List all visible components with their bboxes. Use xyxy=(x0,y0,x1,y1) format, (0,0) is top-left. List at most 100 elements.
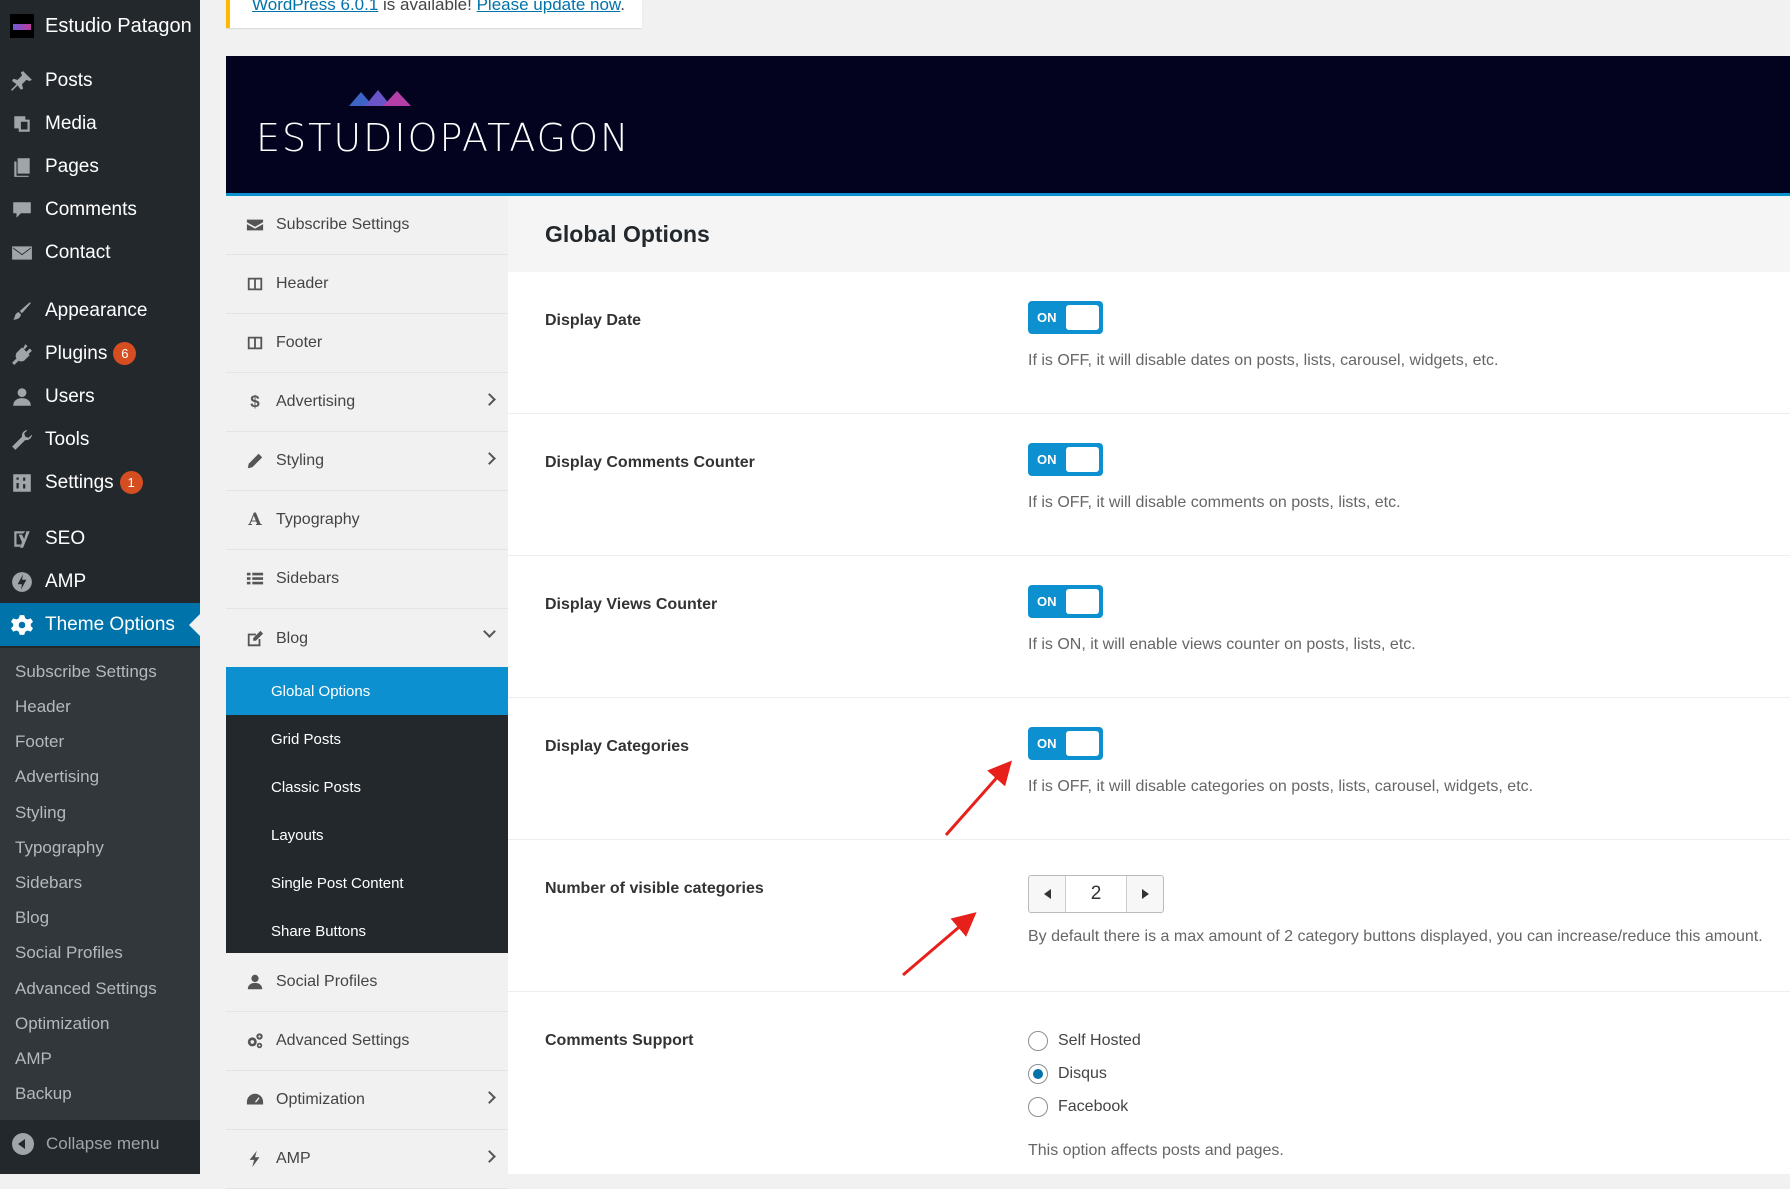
subnav-grid-posts[interactable]: Grid Posts xyxy=(226,715,508,763)
menu-theme-options[interactable]: Theme Options xyxy=(0,603,200,646)
option-description: By default there is a max amount of 2 ca… xyxy=(1028,928,1763,945)
collapse-icon xyxy=(12,1132,34,1155)
menu-label: Posts xyxy=(45,69,93,91)
admin-sidebar: Estudio Patagon Posts Media Pages Commen… xyxy=(0,0,200,1174)
wordpress-version-link[interactable]: WordPress 6.0.1 xyxy=(252,0,378,14)
nav-social-profiles[interactable]: Social Profiles xyxy=(226,953,508,1012)
subnav-classic-posts[interactable]: Classic Posts xyxy=(226,763,508,811)
submenu-item[interactable]: Typography xyxy=(15,838,104,858)
wrench-icon xyxy=(10,428,34,452)
nav-amp[interactable]: AMP xyxy=(226,1130,508,1189)
menu-label: AMP xyxy=(45,570,87,592)
submenu-item[interactable]: AMP xyxy=(15,1049,52,1069)
radio-circle[interactable] xyxy=(1028,1031,1048,1051)
menu-seo[interactable]: SEO xyxy=(0,517,200,560)
submenu-item[interactable]: Social Profiles xyxy=(15,943,123,963)
nav-advertising[interactable]: $ Advertising xyxy=(226,373,508,432)
visible-categories-stepper[interactable]: 2 xyxy=(1028,875,1164,913)
nav-advanced-settings[interactable]: Advanced Settings xyxy=(226,1012,508,1071)
menu-amp[interactable]: AMP xyxy=(0,560,200,603)
radio-circle[interactable] xyxy=(1028,1097,1048,1117)
plug-icon xyxy=(10,342,34,366)
submenu-item[interactable]: Subscribe Settings xyxy=(15,662,157,682)
menu-label: Media xyxy=(45,112,97,134)
increment-button[interactable] xyxy=(1127,876,1163,912)
subnav-global-options[interactable]: Global Options xyxy=(226,667,508,715)
stepper-value[interactable]: 2 xyxy=(1065,876,1127,912)
nav-blog[interactable]: Blog xyxy=(226,609,508,668)
radio-self-hosted[interactable]: Self Hosted xyxy=(1028,1031,1141,1051)
display-date-toggle[interactable]: ON xyxy=(1028,301,1103,334)
menu-tools[interactable]: Tools xyxy=(0,418,200,461)
submenu-item[interactable]: Styling xyxy=(15,803,66,823)
nav-label: Advertising xyxy=(276,393,356,410)
toggle-label: ON xyxy=(1037,452,1057,467)
menu-appearance[interactable]: Appearance xyxy=(0,289,200,332)
columns-icon xyxy=(244,332,266,354)
list-icon xyxy=(244,568,266,590)
update-now-link[interactable]: Please update now xyxy=(477,0,621,14)
nav-styling[interactable]: Styling xyxy=(226,432,508,491)
menu-posts[interactable]: Posts xyxy=(0,59,200,102)
radio-facebook[interactable]: Facebook xyxy=(1028,1097,1128,1117)
option-description: If is OFF, it will disable dates on post… xyxy=(1028,352,1499,369)
menu-users[interactable]: Users xyxy=(0,375,200,418)
submenu-item[interactable]: Header xyxy=(15,697,71,717)
radio-disqus[interactable]: Disqus xyxy=(1028,1064,1107,1084)
submenu-item[interactable]: Advanced Settings xyxy=(15,979,157,999)
nav-optimization[interactable]: Optimization xyxy=(226,1071,508,1130)
submenu-item[interactable]: Backup xyxy=(15,1084,72,1104)
brush-icon xyxy=(10,299,34,323)
display-categories-toggle[interactable]: ON xyxy=(1028,727,1103,760)
option-label: Display Date xyxy=(545,312,642,329)
menu-contact[interactable]: Contact xyxy=(0,231,200,274)
option-display-comments-counter: Display Comments Counter ON If is OFF, i… xyxy=(508,414,1790,556)
option-description: This option affects posts and pages. xyxy=(1028,1142,1284,1159)
subnav-single-post-content[interactable]: Single Post Content xyxy=(226,859,508,907)
notice-end: . xyxy=(620,0,625,14)
submenu-item[interactable]: Blog xyxy=(15,908,49,928)
option-description: If is OFF, it will disable comments on p… xyxy=(1028,494,1401,511)
option-comments-support: Comments Support Self Hosted Disqus Face… xyxy=(508,992,1790,1174)
theme-panel-header: ESTUDIOPATAGON xyxy=(226,56,1790,196)
font-icon: A xyxy=(248,510,262,530)
nav-footer[interactable]: Footer xyxy=(226,314,508,373)
media-icon xyxy=(10,112,34,136)
menu-label: Tools xyxy=(45,428,90,450)
menu-comments[interactable]: Comments xyxy=(0,188,200,231)
envelope-icon xyxy=(244,214,266,236)
collapse-menu-button[interactable]: Collapse menu xyxy=(0,1122,200,1165)
brand-logo: ESTUDIOPATAGON xyxy=(256,88,630,160)
nav-header[interactable]: Header xyxy=(226,255,508,314)
dashboard-icon xyxy=(244,1089,266,1111)
submenu-item[interactable]: Footer xyxy=(15,732,64,752)
site-name-link[interactable]: Estudio Patagon xyxy=(0,0,200,52)
nav-label: Header xyxy=(276,275,329,292)
toggle-label: ON xyxy=(1037,594,1057,609)
menu-settings[interactable]: Settings 1 xyxy=(0,461,200,504)
nav-subscribe-settings[interactable]: Subscribe Settings xyxy=(226,196,508,255)
submenu-item[interactable]: Advertising xyxy=(15,767,99,787)
nav-label: Social Profiles xyxy=(276,973,378,990)
radio-circle[interactable] xyxy=(1028,1064,1048,1084)
subnav-layouts[interactable]: Layouts xyxy=(226,811,508,859)
decrement-button[interactable] xyxy=(1029,876,1065,912)
nav-label: Advanced Settings xyxy=(276,1032,410,1049)
radio-label: Self Hosted xyxy=(1058,1032,1141,1049)
nav-sidebars[interactable]: Sidebars xyxy=(226,550,508,609)
nav-typography[interactable]: A Typography xyxy=(226,491,508,550)
submenu-item[interactable]: Sidebars xyxy=(15,873,82,893)
menu-pages[interactable]: Pages xyxy=(0,145,200,188)
submenu-item[interactable]: Optimization xyxy=(15,1014,109,1034)
pin-icon xyxy=(10,69,34,93)
menu-label: Contact xyxy=(45,241,111,263)
mountains-icon xyxy=(349,90,411,106)
display-comments-counter-toggle[interactable]: ON xyxy=(1028,443,1103,476)
user-icon xyxy=(244,971,266,993)
menu-media[interactable]: Media xyxy=(0,102,200,145)
comment-icon xyxy=(10,198,34,222)
display-views-counter-toggle[interactable]: ON xyxy=(1028,585,1103,618)
subnav-share-buttons[interactable]: Share Buttons xyxy=(226,907,508,955)
nav-label: Subscribe Settings xyxy=(276,216,410,233)
menu-plugins[interactable]: Plugins 6 xyxy=(0,332,200,375)
